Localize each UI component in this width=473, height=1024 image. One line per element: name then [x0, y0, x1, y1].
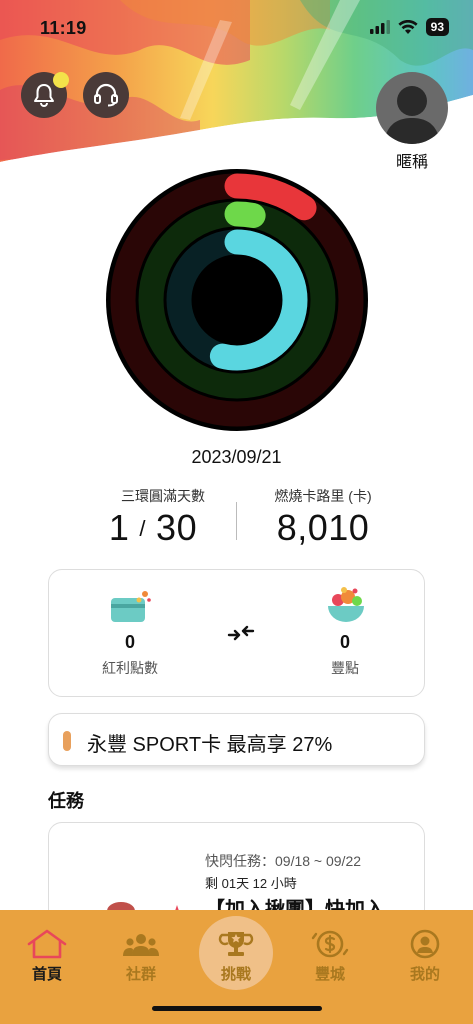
bonus-points-label: 紅利點數: [102, 660, 158, 676]
avatar[interactable]: [376, 72, 448, 144]
exchange-arrows-icon[interactable]: [227, 623, 255, 643]
fruit-bowl-icon: [328, 587, 364, 622]
battery-indicator: 93: [425, 18, 449, 36]
notification-dot: [53, 72, 69, 88]
promo-accent-bar: [63, 731, 71, 751]
calories-label: 燃燒卡路里 (卡): [274, 488, 372, 504]
gift-card-icon: [111, 591, 151, 622]
stats-divider: [236, 502, 237, 540]
rings-complete-count: 1: [108, 507, 130, 548]
rings-complete-value: 1 / 30: [88, 507, 218, 549]
bell-icon: [34, 84, 54, 107]
tab-community-label: 社群: [125, 966, 156, 983]
trophy-icon: [218, 932, 254, 956]
tab-challenge[interactable]: 挑戰: [206, 928, 266, 984]
points-card[interactable]: 0 紅利點數 0 豐點: [48, 569, 425, 697]
tab-feng-city[interactable]: 豐城: [300, 928, 360, 984]
task-remaining-time: 剩 01天 12 小時: [205, 876, 297, 891]
home-icon: [27, 929, 67, 959]
rings-complete-label: 三環圓滿天數: [121, 488, 205, 504]
tasks-section-title: 任務: [48, 791, 84, 811]
rings-slash: /: [139, 516, 147, 541]
status-bar: 11:19 93: [0, 0, 473, 56]
tab-mine[interactable]: 我的: [395, 928, 455, 984]
rings-complete-total: 30: [156, 507, 198, 548]
activity-date: 2023/09/21: [191, 447, 282, 467]
nickname[interactable]: 暱稱: [376, 148, 448, 172]
bonus-points-value: 0: [124, 632, 135, 652]
user-avatar-icon: [384, 86, 440, 144]
home-indicator: [152, 1006, 322, 1011]
headset-icon: [94, 83, 118, 107]
promo-banner[interactable]: 永豐 SPORT卡 最高享 27%: [48, 713, 425, 766]
tab-community[interactable]: 社群: [111, 928, 171, 984]
tab-feng-city-label: 豐城: [314, 966, 345, 983]
tab-home[interactable]: 首頁: [17, 928, 77, 984]
tab-home-label: 首頁: [31, 966, 62, 983]
wifi-icon: [398, 19, 418, 34]
feng-points-value: 0: [339, 632, 350, 652]
coin-city-icon: [311, 930, 349, 958]
status-time: 11:19: [40, 18, 87, 38]
activity-rings[interactable]: [106, 169, 368, 431]
tab-mine-label: 我的: [409, 966, 440, 983]
community-icon: [123, 934, 159, 956]
customer-service-button[interactable]: [83, 72, 129, 118]
promo-text: 永豐 SPORT卡 最高享 27%: [87, 734, 333, 756]
user-icon: [410, 929, 440, 959]
signal-icon: [369, 20, 390, 34]
feng-points-label: 豐點: [331, 660, 359, 676]
calories-value: 8,010: [276, 507, 370, 548]
tab-challenge-label: 挑戰: [220, 966, 251, 983]
status-icons: 93: [369, 18, 449, 36]
task-flash-period: 快閃任務：09/18 ~ 09/22: [205, 853, 362, 869]
